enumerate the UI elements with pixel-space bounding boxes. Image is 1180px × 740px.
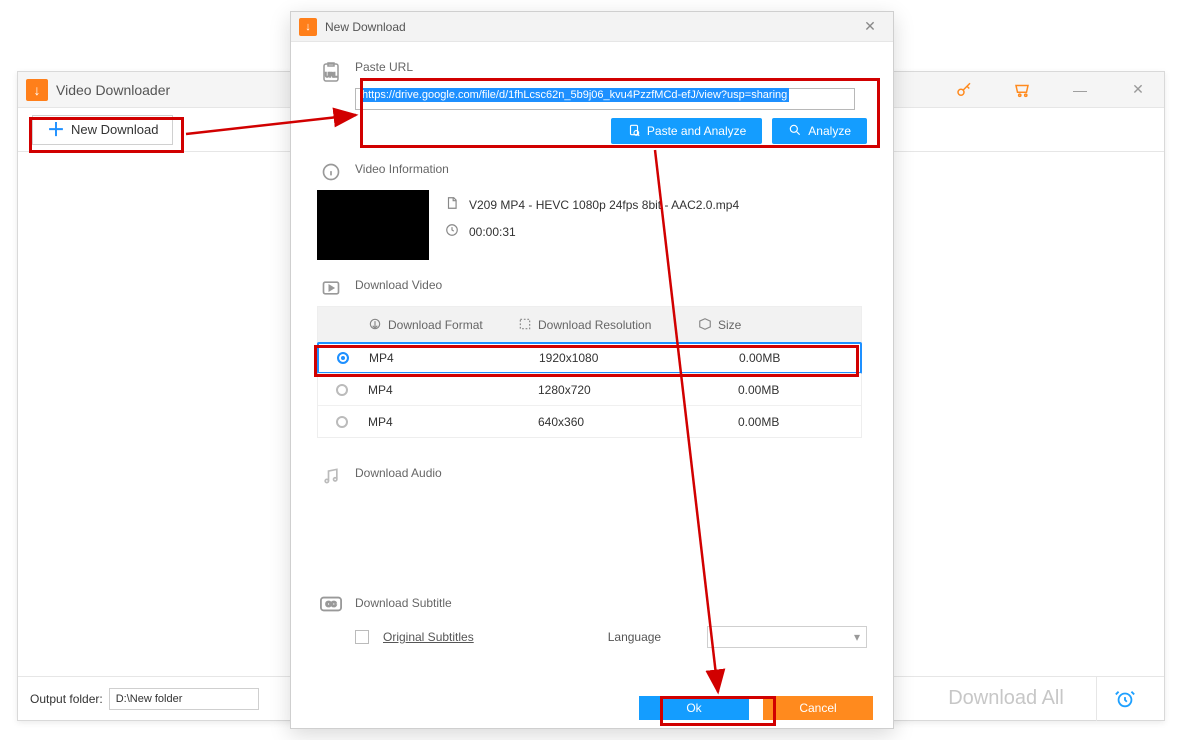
svg-text:URL: URL	[325, 73, 338, 79]
video-filename: V209 MP4 - HEVC 1080p 24fps 8bit - AAC2.…	[469, 198, 739, 212]
new-download-button[interactable]: ＋ New Download	[32, 115, 173, 145]
clock-icon	[445, 223, 461, 240]
svg-text:CC: CC	[326, 600, 337, 609]
size-cell: 0.00MB	[698, 383, 863, 397]
close-button[interactable]: ✕	[1118, 75, 1158, 105]
size-cell: 0.00MB	[699, 351, 864, 365]
minimize-button[interactable]: —	[1060, 75, 1100, 105]
cart-icon[interactable]	[1002, 75, 1042, 105]
resolution-cell: 1280x720	[518, 383, 698, 397]
download-all-button[interactable]: Download All	[916, 677, 1096, 721]
audio-icon	[317, 466, 345, 486]
format-cell: MP4	[369, 351, 519, 365]
analyze-button[interactable]: Analyze	[772, 118, 867, 144]
dialog-title: New Download	[325, 20, 406, 34]
size-col-icon	[698, 317, 712, 334]
new-download-label: New Download	[71, 122, 158, 137]
format-radio[interactable]	[336, 384, 348, 396]
dialog-titlebar: ↓ New Download ✕	[291, 12, 893, 42]
info-icon	[317, 162, 345, 182]
original-subtitles-label: Original Subtitles	[383, 630, 474, 644]
download-audio-label: Download Audio	[355, 466, 442, 480]
new-download-dialog: ↓ New Download ✕ URL Paste URL https://d…	[290, 11, 894, 729]
video-duration: 00:00:31	[469, 225, 516, 239]
format-radio[interactable]	[337, 352, 349, 364]
file-icon	[445, 196, 461, 213]
subtitle-icon: CC	[317, 596, 345, 612]
format-row[interactable]: MP4640x3600.00MB	[318, 405, 861, 437]
dialog-logo-icon: ↓	[299, 18, 317, 36]
dialog-footer: Ok Cancel	[291, 688, 893, 728]
chevron-down-icon: ▾	[854, 630, 860, 644]
plus-icon: ＋	[47, 121, 65, 139]
ok-button[interactable]: Ok	[639, 696, 749, 720]
format-radio[interactable]	[336, 416, 348, 428]
url-input-value: https://drive.google.com/file/d/1fhLcsc6…	[360, 88, 789, 102]
original-subtitles-checkbox[interactable]	[355, 630, 369, 644]
search-icon	[788, 123, 802, 140]
video-thumbnail	[317, 190, 429, 260]
format-row[interactable]: MP41920x10800.00MB	[317, 342, 862, 374]
dialog-close-button[interactable]: ✕	[855, 18, 885, 35]
language-label: Language	[608, 630, 661, 644]
clipboard-url-icon: URL	[317, 60, 345, 84]
key-icon[interactable]	[944, 75, 984, 105]
resolution-col-icon	[518, 317, 532, 334]
url-input[interactable]: https://drive.google.com/file/d/1fhLcsc6…	[355, 88, 855, 110]
format-row[interactable]: MP41280x7200.00MB	[318, 373, 861, 405]
download-video-label: Download Video	[355, 278, 442, 292]
language-select[interactable]: ▾	[707, 626, 867, 648]
format-cell: MP4	[368, 383, 518, 397]
paste-icon	[627, 123, 641, 140]
format-col-icon	[368, 317, 382, 334]
app-logo-icon: ↓	[26, 79, 48, 101]
output-folder-label: Output folder:	[30, 692, 103, 706]
output-folder-field[interactable]	[109, 688, 259, 710]
video-info-label: Video Information	[355, 162, 449, 176]
format-cell: MP4	[368, 415, 518, 429]
cancel-button[interactable]: Cancel	[763, 696, 873, 720]
resolution-cell: 640x360	[518, 415, 698, 429]
download-subtitle-label: Download Subtitle	[355, 596, 452, 610]
scheduler-icon[interactable]	[1096, 677, 1152, 721]
format-table-header: Download Format Download Resolution Size	[318, 307, 861, 343]
size-cell: 0.00MB	[698, 415, 863, 429]
video-icon	[317, 278, 345, 298]
resolution-cell: 1920x1080	[519, 351, 699, 365]
format-table: Download Format Download Resolution Size	[317, 306, 862, 438]
paste-url-label: Paste URL	[355, 60, 413, 74]
app-title: Video Downloader	[56, 82, 170, 98]
paste-and-analyze-button[interactable]: Paste and Analyze	[611, 118, 762, 144]
